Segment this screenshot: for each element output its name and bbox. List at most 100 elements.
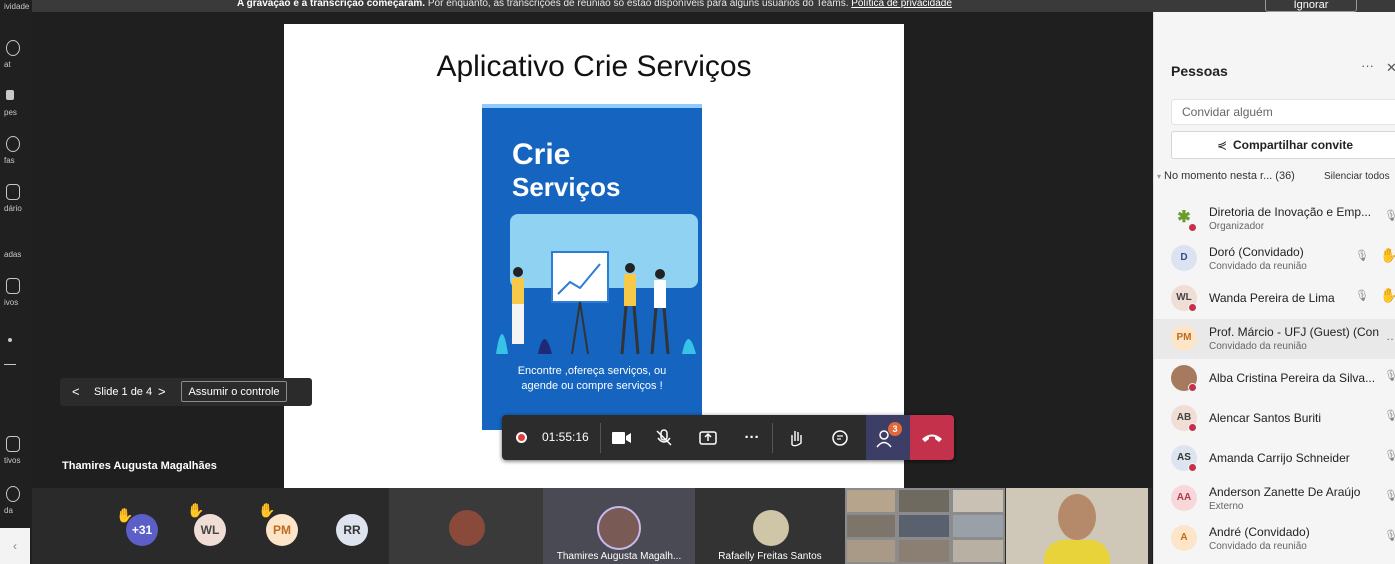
cover-footer: Encontre ,ofereça serviços, ou agende ou… bbox=[482, 364, 702, 394]
avatar[interactable]: PM bbox=[266, 514, 298, 546]
participant-role: Convidado da reunião bbox=[1209, 261, 1307, 272]
teams-meeting-window: ividade at pes fas dário adas ivos tivos… bbox=[0, 0, 1395, 564]
video-thumb bbox=[847, 490, 895, 512]
phone-icon bbox=[6, 230, 20, 246]
control-divider bbox=[772, 423, 773, 453]
video-tile[interactable]: Rafaelly Freitas Santos bbox=[695, 488, 845, 564]
rail-item-label: ividade bbox=[4, 2, 30, 11]
rail-item-apps[interactable]: tivos bbox=[0, 434, 32, 480]
chat-icon bbox=[832, 430, 848, 446]
rail-item-activity[interactable]: ividade bbox=[0, 0, 32, 34]
recording-dot bbox=[1188, 463, 1197, 472]
participant-row[interactable]: PM Prof. Márcio - UFJ (Guest) (Con... Co… bbox=[1154, 319, 1395, 359]
share-invite-label: Compartilhar convite bbox=[1233, 138, 1354, 152]
meeting-control-bar: 01:55:16 ··· 3 bbox=[502, 415, 954, 460]
apps-icon bbox=[6, 436, 20, 452]
rail-divider bbox=[4, 364, 16, 365]
video-thumb bbox=[847, 540, 895, 562]
avatar[interactable]: WL bbox=[194, 514, 226, 546]
participant-row[interactable]: AA Anderson Zanette De Araújo Externo 🎙 bbox=[1154, 479, 1395, 519]
previous-slide-button[interactable]: < bbox=[72, 384, 80, 399]
hang-up-icon bbox=[922, 434, 942, 442]
banner-lead: A gravação e a transcrição começaram. bbox=[237, 0, 426, 9]
rail-item-calls[interactable]: adas bbox=[0, 228, 32, 274]
file-icon bbox=[6, 278, 20, 294]
meeting-timer: 01:55:16 bbox=[542, 430, 589, 444]
ignore-button[interactable]: Ignorar bbox=[1265, 0, 1357, 12]
rail-item-teams[interactable]: pes bbox=[0, 86, 32, 132]
section-label: No momento nesta r... (36) bbox=[1164, 170, 1295, 182]
next-slide-button[interactable]: > bbox=[158, 384, 166, 399]
participant-row[interactable]: WL Wanda Pereira de Lima 🎙 ✋ bbox=[1154, 279, 1395, 319]
panel-more-button[interactable]: ··· bbox=[1361, 58, 1374, 73]
raised-hand-icon: ✋ bbox=[1380, 287, 1395, 303]
share-invite-button[interactable]: ⋞ Compartilhar convite bbox=[1171, 131, 1395, 159]
video-tile-active[interactable]: Thamires Augusta Magalh... bbox=[543, 488, 695, 564]
more-actions-button[interactable]: ··· bbox=[740, 426, 764, 450]
camera-icon bbox=[612, 432, 631, 444]
raise-hand-button[interactable] bbox=[784, 426, 808, 450]
cover-top-bar bbox=[482, 104, 702, 108]
participant-row[interactable]: AB Alencar Santos Buriti 🎙 bbox=[1154, 399, 1395, 439]
help-icon bbox=[6, 486, 20, 502]
mute-all-button[interactable]: Silenciar todos bbox=[1324, 171, 1390, 182]
people-panel-title: Pessoas bbox=[1171, 63, 1228, 79]
participant-row[interactable]: AS Amanda Carrijo Schneider 🎙 bbox=[1154, 439, 1395, 479]
privacy-policy-link[interactable]: Política de privacidade bbox=[851, 0, 952, 9]
more-icon: ··· bbox=[744, 429, 760, 446]
camera-button[interactable] bbox=[610, 426, 634, 450]
video-tile[interactable] bbox=[1006, 488, 1148, 564]
participant-shirt bbox=[1044, 540, 1110, 564]
video-tile[interactable] bbox=[389, 488, 543, 564]
app-rail: ividade at pes fas dário adas ivos tivos… bbox=[0, 0, 32, 564]
leave-button[interactable] bbox=[910, 415, 954, 460]
recording-dot bbox=[1188, 423, 1197, 432]
video-thumb bbox=[953, 540, 1003, 562]
participant-row[interactable]: A André (Convidado) Convidado da reunião… bbox=[1154, 519, 1395, 559]
microphone-button[interactable] bbox=[652, 426, 676, 450]
mic-off-icon: 🎙 bbox=[1355, 290, 1369, 302]
teams-icon bbox=[6, 90, 14, 100]
mic-off-icon: 🎙 bbox=[1384, 450, 1395, 462]
participants-button[interactable]: 3 bbox=[866, 415, 910, 460]
mic-off-icon: 🎙 bbox=[1355, 250, 1369, 262]
participant-row[interactable]: ✱ Diretoria de Inovação e Emp... Organiz… bbox=[1154, 199, 1395, 239]
avatar[interactable]: RR bbox=[336, 514, 368, 546]
participant-photo bbox=[597, 506, 641, 550]
overflow-participants-button[interactable]: +31 bbox=[126, 514, 158, 546]
panel-close-button[interactable]: ✕ bbox=[1386, 60, 1395, 76]
recording-dot bbox=[1188, 383, 1197, 392]
rail-item-chat[interactable]: at bbox=[0, 38, 32, 84]
rail-item-help[interactable]: da bbox=[0, 484, 32, 530]
control-divider bbox=[600, 423, 601, 453]
presenter-name: Thamires Augusta Magalhães bbox=[62, 460, 217, 472]
share-screen-button[interactable] bbox=[696, 426, 720, 450]
chat-button[interactable] bbox=[828, 426, 852, 450]
in-meeting-section-header[interactable]: ▾ No momento nesta r... (36) bbox=[1157, 170, 1295, 182]
share-screen-icon bbox=[699, 431, 717, 445]
people-panel: Pessoas ··· ✕ Convidar alguém ⋞ Compartil… bbox=[1153, 12, 1395, 564]
mic-off-icon: 🎙 bbox=[1384, 370, 1395, 382]
rail-item-files[interactable]: ivos bbox=[0, 276, 32, 322]
avatar: A bbox=[1171, 525, 1197, 551]
rail-item-label: fas bbox=[4, 156, 15, 165]
chat-icon bbox=[6, 40, 20, 56]
mic-off-icon: 🎙 bbox=[1384, 490, 1395, 502]
take-control-button[interactable]: Assumir o controle bbox=[181, 381, 287, 402]
invite-input[interactable]: Convidar alguém bbox=[1171, 99, 1395, 125]
rail-item-tasks[interactable]: fas bbox=[0, 134, 32, 180]
rail-item-calendar[interactable]: dário bbox=[0, 182, 32, 228]
slide-title: Aplicativo Crie Serviços bbox=[436, 50, 752, 83]
participant-row[interactable]: D Doró (Convidado) Convidado da reunião … bbox=[1154, 239, 1395, 279]
tasks-icon bbox=[6, 136, 20, 152]
rail-collapse-button[interactable]: ‹ bbox=[0, 528, 30, 564]
participant-row[interactable]: Alba Cristina Pereira da Silva... 🎙 bbox=[1154, 359, 1395, 399]
participant-photo bbox=[753, 510, 789, 546]
participant-name: Alencar Santos Buriti bbox=[1209, 411, 1322, 425]
more-apps-icon[interactable] bbox=[8, 338, 12, 342]
mic-off-icon: 🎙 bbox=[1384, 410, 1395, 422]
video-thumb bbox=[953, 515, 1003, 537]
participant-role: Organizador bbox=[1209, 221, 1265, 232]
participant-more-button[interactable]: … bbox=[1386, 329, 1395, 343]
video-grid-tile[interactable] bbox=[845, 488, 1005, 564]
